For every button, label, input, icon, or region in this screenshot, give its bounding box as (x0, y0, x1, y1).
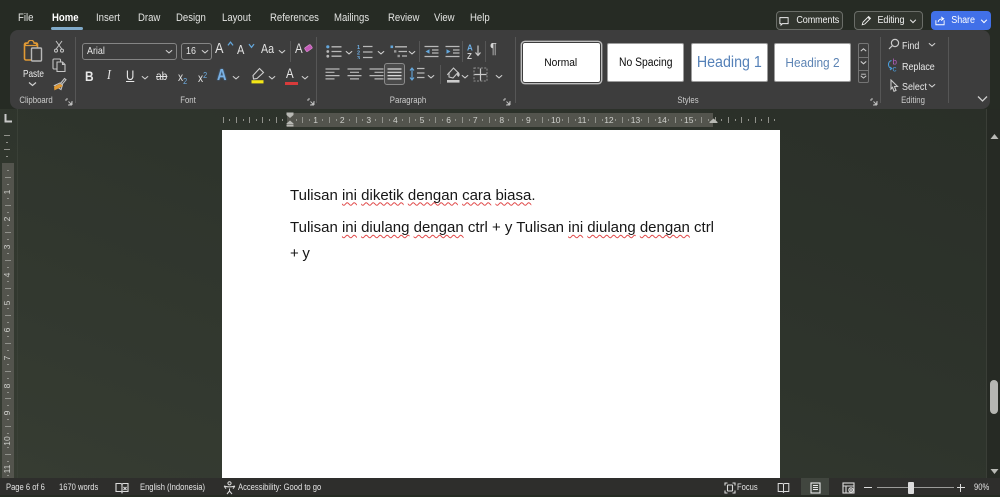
svg-text:c: c (893, 65, 897, 73)
svg-text:Z: Z (467, 52, 472, 59)
svg-text:3: 3 (357, 56, 360, 59)
